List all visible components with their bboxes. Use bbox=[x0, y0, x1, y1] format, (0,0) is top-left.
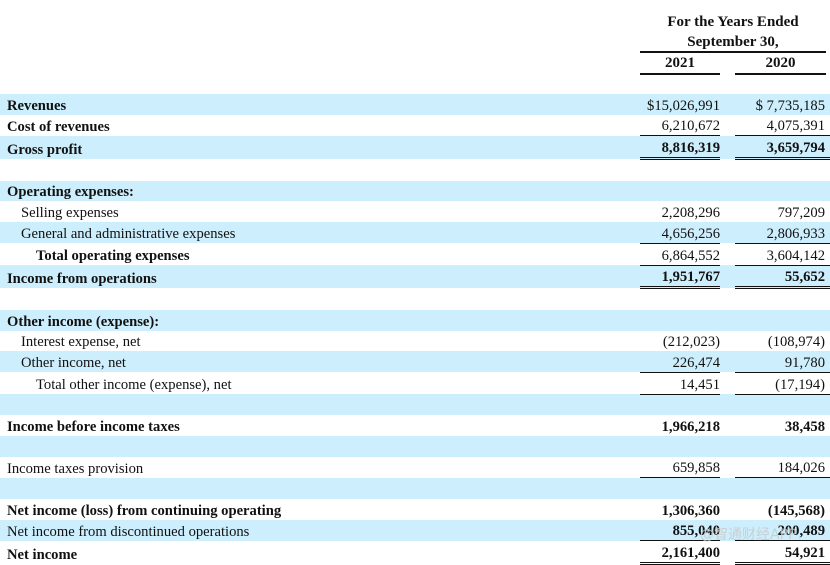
table-row: Income from operations 1,951,767 55,652 bbox=[0, 265, 830, 290]
table-row: Revenues $15,026,991 $ 7,735,185 bbox=[0, 94, 830, 115]
header-line2: September 30, bbox=[687, 34, 779, 50]
blank-row bbox=[0, 159, 830, 181]
table-row: Total operating expenses 6,864,552 3,604,1… bbox=[0, 243, 830, 266]
income-statement-table: Revenues $15,026,991 $ 7,735,185 Cost of r… bbox=[0, 94, 830, 565]
table-row: Income taxes provision 659,858 184,026 bbox=[0, 456, 830, 479]
table-row: Selling expenses 2,208,296 797,209 bbox=[21, 205, 825, 222]
table-row: Gross profit 8,816,319 3,659,794 bbox=[0, 135, 830, 161]
divider bbox=[640, 73, 720, 75]
table-row: General and administrative expenses 4,656… bbox=[0, 222, 830, 244]
table-row: Net income 2,161,400 54,921 bbox=[0, 540, 830, 565]
blank-row bbox=[0, 394, 830, 416]
header-line1: For the Years Ended bbox=[667, 14, 799, 30]
divider bbox=[640, 51, 826, 53]
table-row: Other income, net 226,474 91,780 bbox=[0, 351, 830, 373]
column-header: For the Years Ended September 30, bbox=[640, 12, 826, 52]
divider bbox=[735, 73, 826, 75]
table-row: Cost of revenues 6,210,672 4,075,391 bbox=[7, 118, 825, 135]
blank-row bbox=[0, 477, 830, 500]
year-2021: 2021 bbox=[665, 55, 695, 71]
table-row: Total other income (expense), net 14,451(… bbox=[0, 372, 830, 395]
table-row: Interest expense, net (212,023) (108,974) bbox=[21, 334, 825, 351]
watermark: @智通财经APP bbox=[700, 527, 797, 543]
table-row: Net income (loss) from continuing operat… bbox=[7, 502, 825, 519]
year-2020: 2020 bbox=[765, 55, 796, 71]
blank-row bbox=[0, 288, 830, 310]
table-row: Other income (expense): bbox=[0, 309, 830, 331]
blank-row bbox=[0, 436, 830, 457]
table-row: Operating expenses: bbox=[0, 180, 830, 202]
table-row: Income before income taxes 1,966,218 38,45… bbox=[7, 419, 825, 435]
